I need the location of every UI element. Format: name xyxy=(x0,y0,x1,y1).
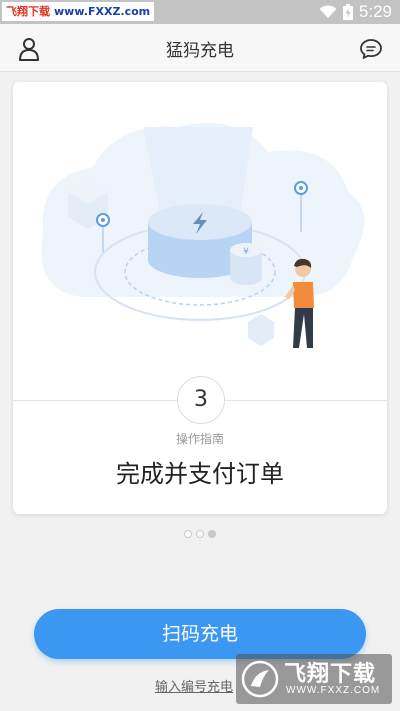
page-dot[interactable] xyxy=(184,530,192,538)
page-indicator xyxy=(184,530,216,538)
app-header: 猛犸充电 xyxy=(0,24,400,72)
watermark-url: www.FXXZ.com xyxy=(54,5,151,18)
wifi-icon xyxy=(319,5,337,18)
battery-charging-icon xyxy=(342,4,353,20)
guide-card: ¥ 3 操作指南 完成并支付订单 xyxy=(13,82,387,514)
step-number: 3 xyxy=(177,376,225,424)
message-button[interactable] xyxy=(358,36,384,62)
page-dot-active[interactable] xyxy=(208,530,216,538)
guide-subtitle: 操作指南 xyxy=(175,432,224,446)
svg-text:¥: ¥ xyxy=(243,247,249,257)
status-time: 5:29 xyxy=(358,2,392,21)
status-bar: 飞翔下载 www.FXXZ.com 5:29 xyxy=(0,0,400,24)
message-icon xyxy=(360,39,382,59)
guide-step-title: 完成并支付订单 xyxy=(116,460,284,488)
page-title: 猛犸充电 xyxy=(166,41,234,61)
scan-charge-button[interactable]: 扫码充电 xyxy=(34,609,366,659)
watermark-url-bottom: WWW.FXXZ.COM xyxy=(286,685,381,696)
page-dot[interactable] xyxy=(196,530,204,538)
watermark-logo-icon xyxy=(241,660,279,698)
status-icons: 5:29 xyxy=(319,0,392,24)
watermark-top: 飞翔下载 www.FXXZ.com xyxy=(2,2,155,21)
enter-code-link[interactable]: 输入编号充电 xyxy=(155,676,233,695)
watermark-site: 飞翔下载 xyxy=(6,5,50,18)
watermark-name: 飞翔下载 xyxy=(284,662,377,687)
charging-station-illustration: ¥ xyxy=(41,122,365,348)
watermark-bottom: 飞翔下载 WWW.FXXZ.COM xyxy=(236,654,392,704)
